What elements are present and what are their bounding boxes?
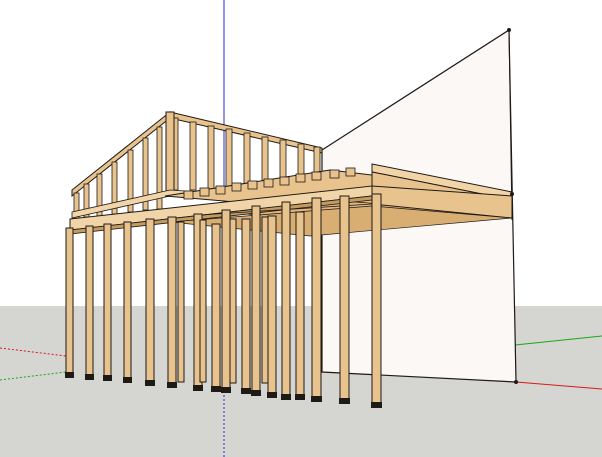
- corner-post: [165, 111, 175, 193]
- model-viewport[interactable]: [0, 0, 602, 457]
- post: [267, 215, 277, 397]
- scene-canvas[interactable]: [0, 0, 602, 457]
- post: [123, 221, 132, 381]
- post: [145, 218, 155, 384]
- vertex-marker: [510, 192, 514, 196]
- post: [103, 223, 112, 380]
- post: [167, 216, 177, 386]
- post: [241, 218, 251, 393]
- vertex-marker: [507, 28, 511, 32]
- post: [261, 216, 269, 384]
- vertex-marker: [514, 380, 518, 384]
- post: [371, 193, 382, 407]
- post: [177, 221, 185, 383]
- post: [339, 195, 350, 403]
- post: [311, 197, 322, 401]
- post: [229, 218, 237, 384]
- post: [221, 209, 231, 391]
- post: [251, 205, 261, 395]
- post: [199, 219, 207, 383]
- post: [85, 225, 94, 379]
- post: [65, 227, 74, 377]
- post: [281, 201, 291, 399]
- post: [295, 211, 305, 399]
- post: [211, 223, 221, 391]
